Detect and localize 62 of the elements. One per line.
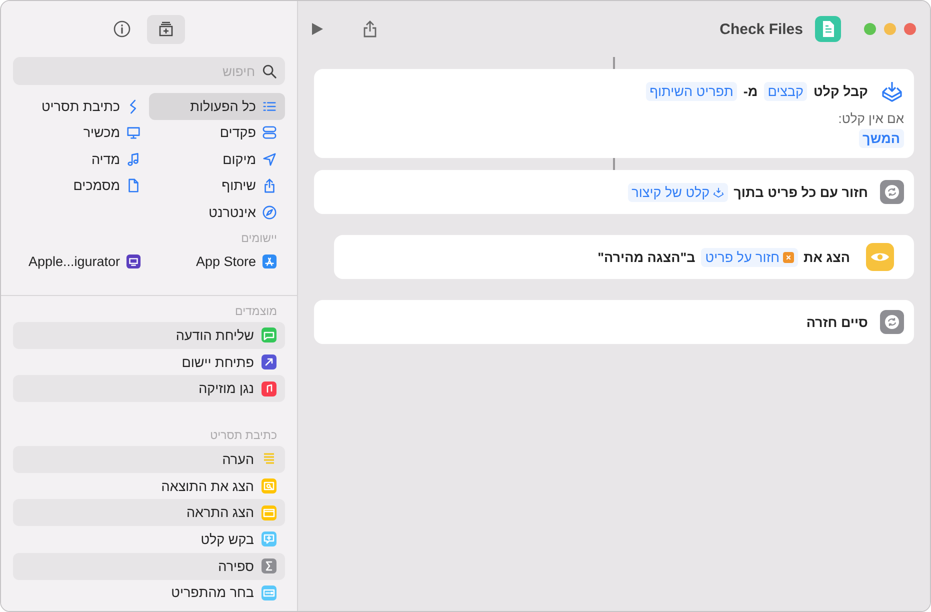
action-item[interactable]: ספירה: [13, 552, 285, 580]
eye-icon: [866, 243, 894, 271]
app-item[interactable]: App Store: [149, 248, 285, 275]
action-text: ב"הצגה מהירה": [598, 250, 696, 264]
category-item[interactable]: מיקום: [149, 146, 285, 172]
action-item[interactable]: בקש קלט: [13, 526, 285, 553]
search-field[interactable]: חיפוש: [13, 57, 285, 85]
location-arrow-icon: [262, 152, 277, 167]
action-item[interactable]: בחר מהתפריט: [13, 580, 285, 606]
share-icon: [262, 178, 277, 194]
note-text: אם אין קלט:: [837, 111, 904, 126]
tray-download-icon: [880, 79, 904, 103]
share-icon[interactable]: [362, 20, 378, 38]
parameter-token[interactable]: קבצים: [764, 82, 808, 100]
repeat-icon: [880, 310, 904, 334]
action-item[interactable]: הצג את התוצאה: [13, 472, 285, 500]
action-item[interactable]: פתיחת יישום: [13, 348, 285, 376]
search-icon: [262, 64, 277, 78]
action-item[interactable]: הערה: [13, 446, 285, 473]
parameter-token[interactable]: קלט של קיצור: [628, 182, 728, 202]
action-text: סיים חזרה: [806, 314, 868, 330]
window-title: Check Files: [720, 20, 803, 38]
category-item[interactable]: פקדים: [149, 120, 285, 146]
variable-token[interactable]: חזור על פריט: [701, 248, 798, 266]
app-item[interactable]: Apple...igurator: [13, 248, 149, 275]
category-item[interactable]: מכשיר: [13, 120, 149, 146]
parameter-token[interactable]: המשך: [858, 129, 904, 148]
document-icon: [815, 16, 841, 42]
section-header: מוצמדים: [234, 305, 278, 320]
info-icon[interactable]: [113, 20, 131, 38]
category-item[interactable]: אינטרנט: [149, 199, 285, 226]
action-item[interactable]: הצג התראה: [13, 499, 285, 526]
monitor-icon: [126, 125, 141, 140]
tray-download-icon: [712, 186, 724, 198]
action-item[interactable]: שליחת הודעה: [13, 322, 285, 349]
category-item[interactable]: מדיה: [13, 146, 149, 172]
action-text: הצג את: [804, 250, 850, 264]
library-button[interactable]: [147, 14, 185, 44]
action-text: קבל קלט: [813, 84, 868, 98]
music-note-icon: [126, 152, 141, 167]
toggles-icon: [262, 125, 277, 140]
action-card[interactable]: סיים חזרה: [314, 300, 914, 344]
category-item[interactable]: שיתוף: [149, 172, 285, 199]
category-item[interactable]: מסמכים: [13, 172, 149, 199]
category-item[interactable]: כל הפעולות: [149, 93, 285, 120]
play-icon[interactable]: [310, 22, 324, 36]
stack-plus-icon: [157, 20, 175, 38]
action-card[interactable]: קבל קלט קבצים מ- תפריט השיתוף אם אין קלט: המשך: [314, 69, 914, 158]
document-icon: [126, 178, 141, 194]
variable-icon: [782, 252, 794, 262]
action-card[interactable]: חזור עם כל פריט בתוך קלט של קיצור: [314, 170, 914, 214]
parameter-token[interactable]: תפריט השיתוף: [646, 82, 738, 100]
section-header: יישומים: [240, 232, 278, 246]
repeat-icon: [880, 180, 904, 204]
close-button[interactable]: [904, 23, 916, 35]
category-item[interactable]: כתיבת תסריט: [13, 93, 149, 120]
action-card[interactable]: הצג את חזור על פריט ב"הצגה מהירה": [334, 235, 914, 279]
action-text: חזור עם כל פריט בתוך: [734, 184, 868, 200]
section-header: כתיבת תסריט: [209, 429, 278, 444]
compass-icon: [262, 204, 277, 220]
action-item[interactable]: נגן מוזיקה: [13, 375, 285, 402]
action-text: מ-: [743, 84, 758, 98]
